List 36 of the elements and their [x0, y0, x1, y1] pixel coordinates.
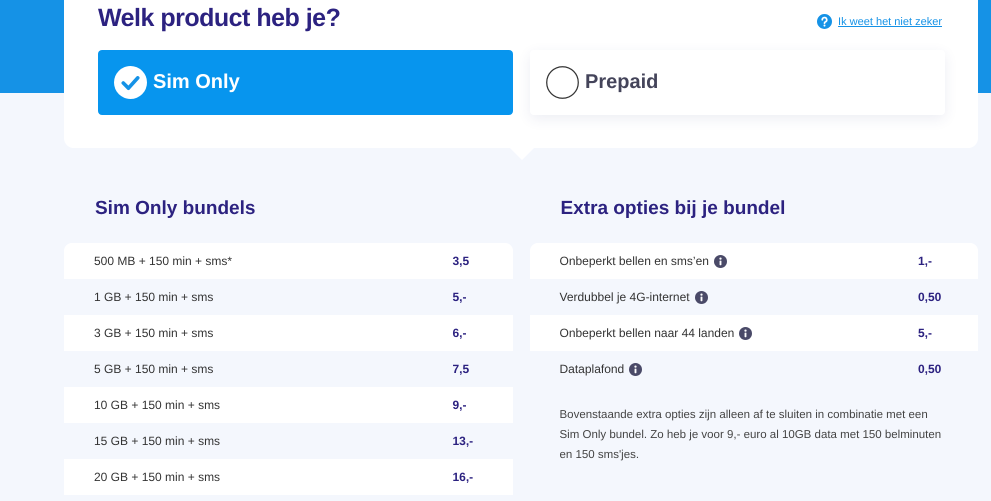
section-heading: Extra opties bij je bundel: [560, 198, 786, 221]
option-name: Onbeperkt bellen en sms’en: [560, 254, 709, 268]
bundle-name: 5 GB + 150 min + sms: [94, 362, 214, 376]
bundle-price: 16,-: [452, 470, 474, 484]
note-text: Bovenstaande extra opties zijn alleen af te sluiten in combinatie met een Sim Only bundel. Zo heb je voor 9,- euro al 10GB data met 150 belminuten en 150 sms'jes.: [560, 408, 942, 463]
product-option[interactable]: Prepaid: [530, 50, 945, 115]
option-name: Verdubbel je 4G-internet: [560, 290, 690, 304]
help-icon: [817, 14, 832, 29]
section-heading: Sim Only bundels: [95, 198, 256, 221]
info-icon[interactable]: [714, 254, 727, 268]
option-price: 0,50: [918, 290, 942, 304]
bundle-name: 1 GB + 150 min + sms: [94, 290, 214, 304]
check-icon: [114, 66, 147, 99]
product-option[interactable]: Sim Only: [98, 50, 513, 115]
bundle-price: 3,5: [452, 254, 470, 268]
bundle-price: 7,5: [452, 362, 470, 376]
info-icon[interactable]: [739, 326, 752, 340]
bundle-name: 20 GB + 150 min + sms: [94, 470, 220, 484]
bundle-name: 3 GB + 150 min + sms: [94, 326, 214, 340]
bundle-price: 5,-: [452, 290, 468, 304]
bundle-price: 9,-: [452, 398, 468, 412]
info-icon[interactable]: [694, 290, 708, 304]
option-price: 1,-: [918, 254, 934, 268]
bundle-price: 6,-: [452, 326, 468, 340]
section-title: Welk product heb je?: [98, 4, 340, 33]
radio-icon: [546, 66, 579, 99]
help-link[interactable]: Ik weet het niet zeker: [838, 16, 942, 28]
option-price: 0,50: [918, 362, 942, 376]
info-icon[interactable]: [629, 362, 642, 376]
bundle-name: 500 MB + 150 min + sms*: [94, 254, 232, 268]
bundle-name: 15 GB + 150 min + sms: [94, 434, 220, 448]
bundle-price: 13,-: [452, 434, 474, 448]
bundle-name: 10 GB + 150 min + sms: [94, 398, 220, 412]
option-price: 5,-: [918, 326, 934, 340]
option-name: Dataplafond: [560, 362, 624, 376]
option-name: Onbeperkt bellen naar 44 landen: [560, 326, 734, 340]
